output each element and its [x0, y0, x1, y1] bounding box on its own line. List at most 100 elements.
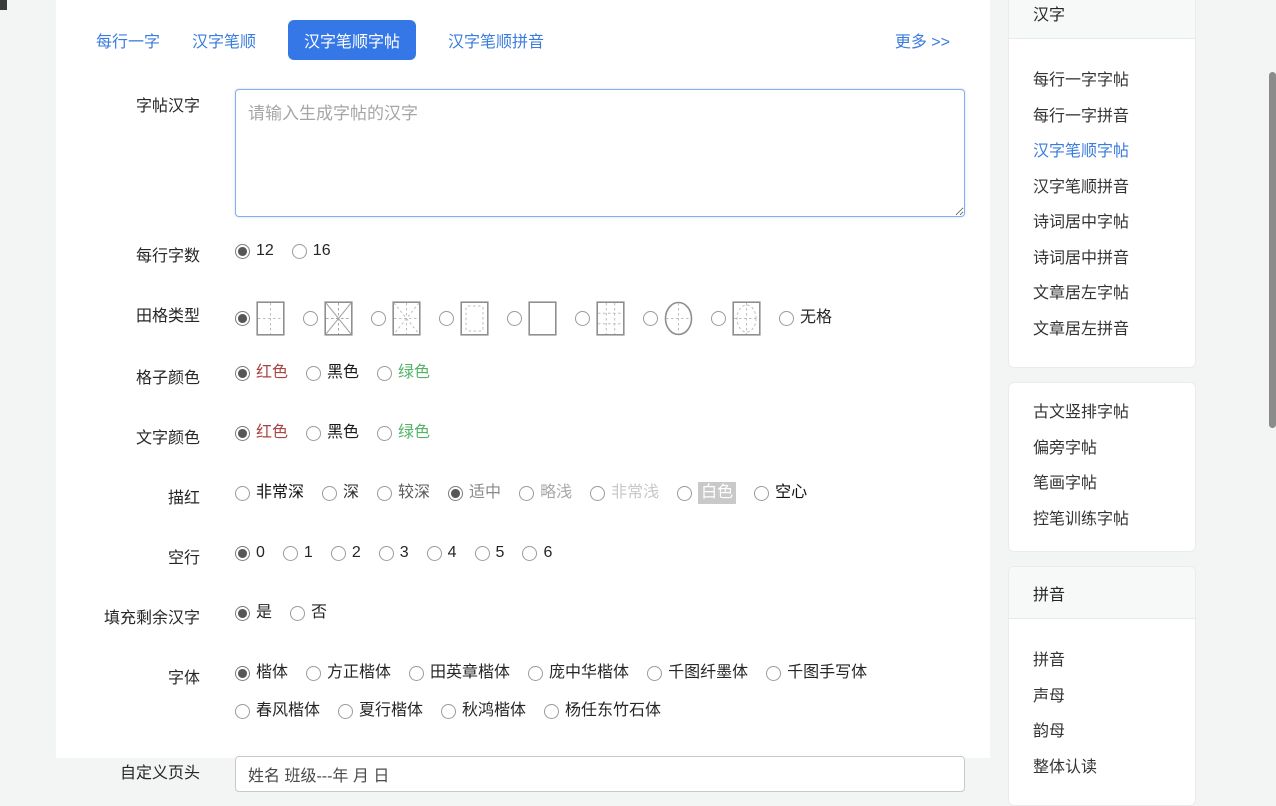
- sidebar-item-pinyin[interactable]: 拼音: [1009, 643, 1195, 679]
- tracing-depth-radio-2[interactable]: [377, 486, 392, 501]
- sidebar-item-finals[interactable]: 韵母: [1009, 714, 1195, 750]
- font-style-option-6[interactable]: 春风楷体: [235, 699, 320, 723]
- font-style-radio-7[interactable]: [338, 704, 353, 719]
- grid-color-radio-1[interactable]: [306, 366, 321, 381]
- text-color-radio-0[interactable]: [235, 426, 250, 441]
- more-link[interactable]: 更多 >>: [895, 28, 950, 52]
- blank-lines-option-0[interactable]: 0: [235, 541, 265, 565]
- grid-type-option-4[interactable]: [507, 299, 557, 337]
- tracing-depth-radio-5[interactable]: [590, 486, 605, 501]
- grid-type-radio-3[interactable]: [439, 311, 454, 326]
- grid-type-radio-0[interactable]: [235, 311, 250, 326]
- grid-color-option-1[interactable]: 黑色: [306, 361, 359, 385]
- font-style-option-4[interactable]: 千图纤墨体: [647, 661, 748, 685]
- grid-type-option-8[interactable]: 无格: [779, 299, 832, 337]
- grid-type-option-2[interactable]: [371, 299, 421, 337]
- grid-color-radio-0[interactable]: [235, 366, 250, 381]
- tracing-depth-option-1[interactable]: 深: [322, 481, 359, 505]
- blank-lines-radio-0[interactable]: [235, 546, 250, 561]
- grid-type-radio-4[interactable]: [507, 311, 522, 326]
- grid-type-radio-6[interactable]: [643, 311, 658, 326]
- fill-remaining-option-1[interactable]: 否: [290, 601, 327, 625]
- grid-color-option-0[interactable]: 红色: [235, 361, 288, 385]
- font-style-option-2[interactable]: 田英章楷体: [409, 661, 510, 685]
- grid-type-option-1[interactable]: [303, 299, 353, 337]
- font-style-radio-6[interactable]: [235, 704, 250, 719]
- tracing-depth-radio-7[interactable]: [754, 486, 769, 501]
- blank-lines-option-2[interactable]: 2: [331, 541, 361, 565]
- sidebar-item-one-char-pinyin[interactable]: 每行一字拼音: [1009, 99, 1195, 135]
- grid-type-option-5[interactable]: [575, 299, 625, 337]
- chars-per-row-option-1[interactable]: 16: [292, 239, 331, 263]
- tracing-depth-option-6[interactable]: 白色: [677, 481, 736, 505]
- tab-stroke-order[interactable]: 汉字笔顺: [192, 20, 256, 60]
- tab-one-char-per-line[interactable]: 每行一字: [96, 20, 160, 60]
- sidebar-item-poem-centered-copybook[interactable]: 诗词居中字帖: [1009, 205, 1195, 241]
- blank-lines-radio-5[interactable]: [475, 546, 490, 561]
- fill-remaining-radio-0[interactable]: [235, 606, 250, 621]
- tab-stroke-order-copybook[interactable]: 汉字笔顺字帖: [288, 20, 416, 60]
- font-style-radio-2[interactable]: [409, 666, 424, 681]
- font-style-option-3[interactable]: 庞中华楷体: [528, 661, 629, 685]
- text-color-radio-2[interactable]: [377, 426, 392, 441]
- tracing-depth-radio-1[interactable]: [322, 486, 337, 501]
- grid-type-radio-2[interactable]: [371, 311, 386, 326]
- blank-lines-option-6[interactable]: 6: [522, 541, 552, 565]
- blank-lines-radio-3[interactable]: [379, 546, 394, 561]
- grid-type-radio-7[interactable]: [711, 311, 726, 326]
- font-style-option-1[interactable]: 方正楷体: [306, 661, 391, 685]
- grid-type-option-7[interactable]: [711, 299, 761, 337]
- sidebar-item-initials[interactable]: 声母: [1009, 679, 1195, 715]
- grid-type-radio-5[interactable]: [575, 311, 590, 326]
- grid-type-radio-8[interactable]: [779, 311, 794, 326]
- sidebar-item-one-char-copybook[interactable]: 每行一字字帖: [1009, 63, 1195, 99]
- sidebar-item-stroke-order-copybook[interactable]: 汉字笔顺字帖: [1009, 134, 1195, 170]
- sidebar-item-pen-control-copybook[interactable]: 控笔训练字帖: [1009, 502, 1195, 538]
- chars-per-row-option-0[interactable]: 12: [235, 239, 274, 263]
- sidebar-item-stroke-copybook[interactable]: 笔画字帖: [1009, 466, 1195, 502]
- text-color-option-1[interactable]: 黑色: [306, 421, 359, 445]
- blank-lines-radio-2[interactable]: [331, 546, 346, 561]
- text-color-radio-1[interactable]: [306, 426, 321, 441]
- grid-type-option-3[interactable]: [439, 299, 489, 337]
- blank-lines-option-4[interactable]: 4: [427, 541, 457, 565]
- grid-type-radio-1[interactable]: [303, 311, 318, 326]
- tracing-depth-option-7[interactable]: 空心: [754, 481, 807, 505]
- chars-per-row-radio-1[interactable]: [292, 244, 307, 259]
- font-style-option-0[interactable]: 楷体: [235, 661, 288, 685]
- font-style-radio-9[interactable]: [544, 704, 559, 719]
- fill-remaining-option-0[interactable]: 是: [235, 601, 272, 625]
- sidebar-item-classical-vertical-copybook[interactable]: 古文竖排字帖: [1009, 395, 1195, 431]
- tracing-depth-radio-0[interactable]: [235, 486, 250, 501]
- font-style-radio-3[interactable]: [528, 666, 543, 681]
- font-style-radio-8[interactable]: [441, 704, 456, 719]
- tab-stroke-order-pinyin[interactable]: 汉字笔顺拼音: [448, 20, 544, 60]
- sidebar-item-article-left-pinyin[interactable]: 文章居左拼音: [1009, 312, 1195, 348]
- blank-lines-radio-6[interactable]: [522, 546, 537, 561]
- tracing-depth-radio-6[interactable]: [677, 486, 692, 501]
- grid-type-option-6[interactable]: [643, 299, 693, 337]
- grid-color-radio-2[interactable]: [377, 366, 392, 381]
- custom-header-input[interactable]: [235, 756, 965, 792]
- font-style-radio-5[interactable]: [766, 666, 781, 681]
- font-style-option-7[interactable]: 夏行楷体: [338, 699, 423, 723]
- tracing-depth-radio-4[interactable]: [519, 486, 534, 501]
- chars-per-row-radio-0[interactable]: [235, 244, 250, 259]
- text-color-option-2[interactable]: 绿色: [377, 421, 430, 445]
- fill-remaining-radio-1[interactable]: [290, 606, 305, 621]
- grid-type-option-0[interactable]: [235, 299, 285, 337]
- tracing-depth-option-3[interactable]: 适中: [448, 481, 501, 505]
- sidebar-item-poem-centered-pinyin[interactable]: 诗词居中拼音: [1009, 241, 1195, 277]
- copybook-characters-input[interactable]: [235, 89, 965, 217]
- sidebar-item-radical-copybook[interactable]: 偏旁字帖: [1009, 431, 1195, 467]
- font-style-radio-1[interactable]: [306, 666, 321, 681]
- blank-lines-option-5[interactable]: 5: [475, 541, 505, 565]
- sidebar-item-stroke-order-pinyin[interactable]: 汉字笔顺拼音: [1009, 170, 1195, 206]
- tracing-depth-option-0[interactable]: 非常深: [235, 481, 304, 505]
- blank-lines-option-1[interactable]: 1: [283, 541, 313, 565]
- grid-color-option-2[interactable]: 绿色: [377, 361, 430, 385]
- tracing-depth-option-4[interactable]: 略浅: [519, 481, 572, 505]
- font-style-option-5[interactable]: 千图手写体: [766, 661, 867, 685]
- font-style-radio-4[interactable]: [647, 666, 662, 681]
- tracing-depth-option-5[interactable]: 非常浅: [590, 481, 659, 505]
